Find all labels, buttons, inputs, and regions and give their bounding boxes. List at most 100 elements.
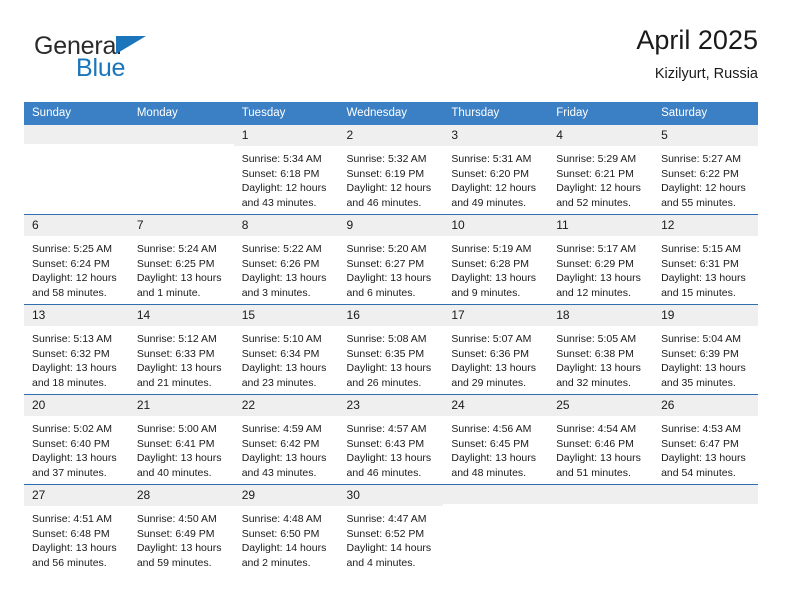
daylight-text-line1: Daylight: 13 hours — [556, 272, 641, 285]
day-number: 4 — [548, 125, 654, 146]
sunrise-text: Sunrise: 5:08 AM — [346, 333, 427, 345]
sunset-text: Sunset: 6:46 PM — [556, 437, 634, 450]
sunset-text: Sunset: 6:35 PM — [346, 347, 425, 360]
day-details: Sunrise: 5:34 AM Sunset: 6:18 PM Daylight:… — [234, 146, 339, 210]
daylight-text-line1: Daylight: 13 hours — [136, 542, 222, 555]
daylight-text-line2: and 46 minutes. — [346, 466, 422, 479]
sunset-text: Sunset: 6:43 PM — [346, 437, 425, 450]
calendar-day-cell[interactable]: 23 Sunrise: 4:57 AM Sunset: 6:43 PM Dayligh… — [338, 394, 444, 485]
daylight-text-line1: Daylight: 13 hours — [32, 452, 117, 465]
calendar-day-cell[interactable]: 26 Sunrise: 4:53 AM Sunset: 6:47 PM Dayligh… — [653, 394, 758, 485]
brand-logo[interactable]: General Blue — [24, 24, 146, 81]
daylight-text-line1: Daylight: 12 hours — [556, 182, 641, 195]
sunset-text: Sunset: 6:26 PM — [241, 257, 320, 270]
calendar-day-cell[interactable]: 13 Sunrise: 5:13 AM Sunset: 6:32 PM Dayligh… — [24, 304, 129, 395]
calendar-day-cell[interactable]: 15 Sunrise: 5:10 AM Sunset: 6:34 PM Dayligh… — [233, 304, 339, 395]
calendar-day-cell[interactable]: 21 Sunrise: 5:00 AM Sunset: 6:41 PM Dayligh… — [128, 394, 234, 485]
sunrise-text: Sunrise: 5:25 AM — [32, 243, 112, 255]
daylight-text-line1: Daylight: 13 hours — [556, 452, 641, 465]
day-details: Sunrise: 5:12 AM Sunset: 6:33 PM Daylight:… — [129, 326, 234, 390]
calendar-day-cell[interactable]: 4 Sunrise: 5:29 AM Sunset: 6:21 PM Daylight… — [548, 125, 654, 215]
daylight-text-line2: and 9 minutes. — [451, 286, 521, 299]
weekday-header-friday: Friday — [548, 102, 654, 125]
daylight-text-line2: and 2 minutes. — [241, 556, 311, 569]
calendar-day-cell[interactable]: 5 Sunrise: 5:27 AM Sunset: 6:22 PM Daylight… — [653, 125, 758, 215]
sunset-text: Sunset: 6:45 PM — [451, 437, 530, 450]
calendar-day-cell[interactable]: 18 Sunrise: 5:05 AM Sunset: 6:38 PM Dayligh… — [548, 304, 654, 395]
day-number: 5 — [653, 125, 758, 146]
calendar-day-cell[interactable]: 24 Sunrise: 4:56 AM Sunset: 6:45 PM Dayligh… — [443, 394, 549, 485]
daylight-text-line1: Daylight: 13 hours — [451, 452, 537, 465]
page-title: April 2025 — [636, 25, 758, 55]
day-number — [24, 125, 129, 144]
calendar-day-cell[interactable]: 2 Sunrise: 5:32 AM Sunset: 6:19 PM Daylight… — [338, 125, 444, 215]
daylight-text-line1: Daylight: 13 hours — [346, 362, 432, 375]
daylight-text-line1: Daylight: 12 hours — [346, 182, 432, 195]
daylight-text-line1: Daylight: 12 hours — [241, 182, 327, 195]
sunset-text: Sunset: 6:47 PM — [661, 437, 739, 450]
calendar-day-cell[interactable]: 20 Sunrise: 5:02 AM Sunset: 6:40 PM Dayligh… — [24, 394, 129, 485]
calendar-day-cell[interactable]: 9 Sunrise: 5:20 AM Sunset: 6:27 PM Daylight… — [338, 214, 444, 305]
day-details: Sunrise: 5:22 AM Sunset: 6:26 PM Daylight:… — [234, 236, 339, 300]
daylight-text-line2: and 43 minutes. — [241, 466, 317, 479]
sunrise-text: Sunrise: 5:34 AM — [241, 153, 322, 165]
calendar-cell-empty — [548, 484, 654, 574]
calendar-day-cell[interactable]: 7 Sunrise: 5:24 AM Sunset: 6:25 PM Daylight… — [128, 214, 234, 305]
day-number: 8 — [233, 215, 339, 236]
calendar-day-cell[interactable]: 19 Sunrise: 5:04 AM Sunset: 6:39 PM Dayligh… — [653, 304, 758, 395]
day-number — [443, 485, 549, 504]
calendar-day-cell[interactable]: 28 Sunrise: 4:50 AM Sunset: 6:49 PM Dayligh… — [128, 484, 234, 574]
day-number: 18 — [548, 305, 654, 326]
calendar-day-cell[interactable]: 22 Sunrise: 4:59 AM Sunset: 6:42 PM Dayligh… — [233, 394, 339, 485]
day-number: 27 — [24, 485, 129, 506]
calendar-body: 1 Sunrise: 5:34 AM Sunset: 6:18 PM Daylight… — [24, 125, 758, 574]
day-details: Sunrise: 5:20 AM Sunset: 6:27 PM Daylight:… — [339, 236, 444, 300]
day-details: Sunrise: 4:54 AM Sunset: 6:46 PM Daylight:… — [548, 416, 653, 480]
sunset-text: Sunset: 6:50 PM — [241, 527, 320, 540]
daylight-text-line1: Daylight: 12 hours — [32, 272, 117, 285]
day-number: 28 — [128, 485, 234, 506]
calendar-day-cell[interactable]: 29 Sunrise: 4:48 AM Sunset: 6:50 PM Dayligh… — [233, 484, 339, 574]
sunset-text: Sunset: 6:28 PM — [451, 257, 530, 270]
day-number: 1 — [233, 125, 339, 146]
sunrise-text: Sunrise: 4:54 AM — [556, 423, 637, 435]
daylight-text-line2: and 4 minutes. — [346, 556, 416, 569]
sunset-text: Sunset: 6:25 PM — [136, 257, 215, 270]
day-number — [548, 485, 654, 504]
daylight-text-line1: Daylight: 13 hours — [451, 272, 537, 285]
daylight-text-line2: and 3 minutes. — [241, 286, 311, 299]
day-details: Sunrise: 5:15 AM Sunset: 6:31 PM Daylight:… — [653, 236, 758, 300]
calendar-day-cell[interactable]: 17 Sunrise: 5:07 AM Sunset: 6:36 PM Dayligh… — [443, 304, 549, 395]
calendar-day-cell[interactable]: 3 Sunrise: 5:31 AM Sunset: 6:20 PM Daylight… — [443, 125, 549, 215]
calendar-day-cell[interactable]: 11 Sunrise: 5:17 AM Sunset: 6:29 PM Dayligh… — [548, 214, 654, 305]
day-details: Sunrise: 5:27 AM Sunset: 6:22 PM Daylight:… — [653, 146, 758, 210]
daylight-text-line1: Daylight: 12 hours — [661, 182, 746, 195]
calendar-cell-empty — [653, 484, 758, 574]
calendar-day-cell[interactable]: 16 Sunrise: 5:08 AM Sunset: 6:35 PM Dayligh… — [338, 304, 444, 395]
calendar-day-cell[interactable]: 30 Sunrise: 4:47 AM Sunset: 6:52 PM Dayligh… — [338, 484, 444, 574]
calendar-day-cell[interactable]: 10 Sunrise: 5:19 AM Sunset: 6:28 PM Dayligh… — [443, 214, 549, 305]
sunrise-text: Sunrise: 5:07 AM — [451, 333, 532, 345]
daylight-text-line2: and 21 minutes. — [136, 376, 212, 389]
calendar-day-cell[interactable]: 14 Sunrise: 5:12 AM Sunset: 6:33 PM Dayligh… — [128, 304, 234, 395]
daylight-text-line1: Daylight: 13 hours — [32, 362, 117, 375]
calendar-day-cell[interactable]: 6 Sunrise: 5:25 AM Sunset: 6:24 PM Daylight… — [24, 214, 129, 305]
page-header: General Blue April 2025 Kizilyurt, Russi… — [24, 24, 758, 96]
daylight-text-line2: and 54 minutes. — [661, 466, 736, 479]
calendar-day-cell[interactable]: 8 Sunrise: 5:22 AM Sunset: 6:26 PM Daylight… — [233, 214, 339, 305]
calendar-day-cell[interactable]: 27 Sunrise: 4:51 AM Sunset: 6:48 PM Dayligh… — [24, 484, 129, 574]
sunrise-text: Sunrise: 4:56 AM — [451, 423, 532, 435]
calendar-day-cell[interactable]: 1 Sunrise: 5:34 AM Sunset: 6:18 PM Daylight… — [233, 125, 339, 215]
sunrise-text: Sunrise: 5:02 AM — [32, 423, 112, 435]
calendar-day-cell[interactable]: 12 Sunrise: 5:15 AM Sunset: 6:31 PM Dayligh… — [653, 214, 758, 305]
calendar-page: General Blue April 2025 Kizilyurt, Russi… — [0, 0, 792, 612]
sunrise-text: Sunrise: 5:27 AM — [661, 153, 742, 165]
weekday-header-saturday: Saturday — [653, 102, 758, 125]
weekday-header-wednesday: Wednesday — [338, 102, 444, 125]
day-number: 22 — [233, 395, 339, 416]
daylight-text-line2: and 6 minutes. — [346, 286, 416, 299]
calendar-day-cell[interactable]: 25 Sunrise: 4:54 AM Sunset: 6:46 PM Dayligh… — [548, 394, 654, 485]
day-details: Sunrise: 5:19 AM Sunset: 6:28 PM Daylight:… — [443, 236, 548, 300]
sunset-text: Sunset: 6:18 PM — [241, 167, 320, 180]
sunset-text: Sunset: 6:20 PM — [451, 167, 530, 180]
